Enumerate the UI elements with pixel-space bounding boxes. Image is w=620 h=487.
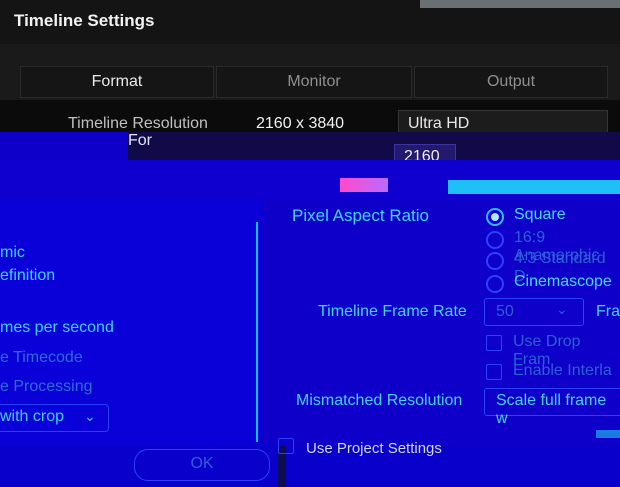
title-bar-decoration [420, 0, 620, 8]
left-item-1: mic [0, 244, 25, 261]
chevron-down-icon: ⌄ [84, 408, 96, 424]
left-item-5: e Processing [0, 378, 93, 395]
tab-format[interactable]: Format [20, 66, 214, 98]
interlace-checkbox[interactable] [486, 364, 502, 380]
tab-strip: Format Monitor Output [0, 44, 620, 100]
radio-cinemascope-label: Cinemascope [514, 273, 612, 290]
glitch-artifact-pink [340, 178, 388, 192]
timeline-resolution-row: Timeline Resolution 2160 x 3840 Ultra HD [0, 100, 620, 138]
radio-anamorphic[interactable] [486, 231, 504, 249]
window-title: Timeline Settings [14, 11, 155, 30]
interlace-label: Enable Interla [513, 362, 612, 379]
timeline-resolution-label: Timeline Resolution [68, 115, 208, 132]
radio-cinemascope[interactable] [486, 275, 504, 293]
radio-square-label: Square [514, 206, 566, 223]
drop-frame-checkbox[interactable] [486, 335, 502, 351]
left-item-3: mes per second [0, 319, 114, 336]
ok-button[interactable]: OK [134, 449, 270, 481]
tab-monitor[interactable]: Monitor [216, 66, 412, 98]
use-project-settings-label: Use Project Settings [306, 440, 442, 457]
tab-output[interactable]: Output [414, 66, 608, 98]
chevron-down-icon: ⌄ [556, 301, 568, 317]
use-project-settings-checkbox[interactable] [278, 438, 294, 454]
radio-square[interactable] [486, 208, 504, 226]
glitch-artifact-cyan [448, 180, 620, 194]
resolution-preset-value: Ultra HD [408, 115, 470, 132]
radio-standard[interactable] [486, 252, 504, 270]
glitch-artifact-cyan-small [596, 430, 620, 438]
crop-select-value: with crop [0, 408, 65, 425]
panel-divider [256, 222, 258, 442]
frame-rate-label: Timeline Frame Rate [318, 303, 467, 320]
frame-rate-unit: Fra [596, 303, 620, 320]
for-label: For [128, 132, 152, 149]
pixel-aspect-ratio-label: Pixel Aspect Ratio [292, 206, 430, 225]
left-item-4: e Timecode [0, 349, 83, 366]
left-item-2: efinition [0, 267, 56, 284]
frame-rate-value: 50 [496, 303, 514, 320]
mismatched-resolution-label: Mismatched Resolution [296, 392, 463, 409]
mismatched-resolution-value: Scale full frame w [496, 392, 607, 427]
left-panel [0, 200, 262, 487]
timeline-resolution-value: 2160 x 3840 [256, 115, 345, 132]
